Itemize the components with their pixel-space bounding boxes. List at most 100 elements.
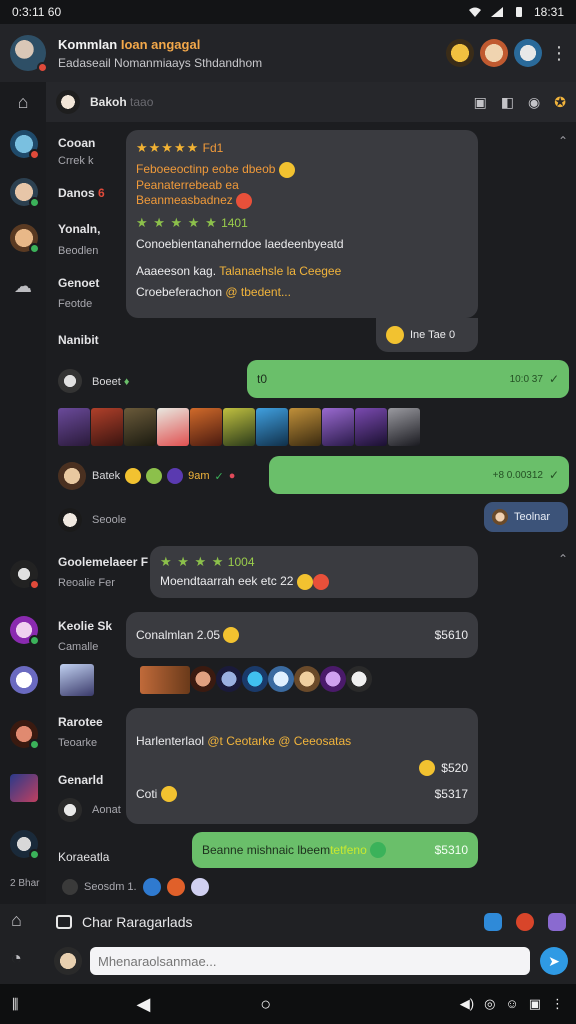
author-sub: Feotde bbox=[58, 298, 93, 310]
speaker-icon[interactable]: ◀) bbox=[460, 996, 474, 1012]
author-avatar[interactable] bbox=[58, 798, 82, 822]
author-sub: Aonat bbox=[92, 804, 121, 816]
author-name: Genoet bbox=[58, 276, 100, 290]
circle-avatar[interactable] bbox=[216, 666, 242, 692]
status-icons: 18:31 bbox=[468, 5, 564, 19]
online-badge bbox=[37, 62, 48, 73]
sidebar-avatar[interactable] bbox=[10, 178, 40, 208]
member-avatars bbox=[446, 39, 542, 67]
sidebar-avatar[interactable] bbox=[10, 666, 38, 694]
member-avatar[interactable] bbox=[480, 39, 508, 67]
media-thumb[interactable] bbox=[157, 408, 189, 446]
reaction-footer[interactable]: Ine Tae 0 bbox=[376, 318, 478, 352]
recents-icon[interactable]: ⫼ bbox=[12, 996, 18, 1013]
sidebar-avatar[interactable] bbox=[10, 224, 40, 254]
media-strip[interactable] bbox=[58, 408, 420, 446]
media-thumb[interactable] bbox=[124, 408, 156, 446]
circle-avatar[interactable] bbox=[346, 666, 372, 692]
rating-row: ★★★★★ Fd1 bbox=[136, 140, 224, 155]
smile-emoji-icon bbox=[386, 326, 404, 344]
header-titles: Kommlan Ioan angagal Eadaseail Nomanmiaa… bbox=[58, 37, 446, 70]
smile-emoji-icon bbox=[296, 574, 313, 590]
orange-emoji-icon bbox=[166, 878, 185, 896]
shield-icon[interactable]: ◉ bbox=[528, 94, 540, 111]
author-name: Nanibit bbox=[58, 333, 99, 347]
product-card[interactable]: Conalmlan 2.05 $5610 bbox=[126, 612, 478, 658]
sidebar-avatar[interactable] bbox=[10, 560, 40, 590]
home-icon[interactable]: ⌂ bbox=[11, 910, 22, 931]
media-thumb[interactable] bbox=[289, 408, 321, 446]
author-sub: Teoarke bbox=[58, 737, 98, 749]
media-thumb[interactable] bbox=[388, 408, 420, 446]
send-button[interactable]: ➤ bbox=[540, 947, 568, 975]
blue-emoji-icon bbox=[142, 878, 161, 896]
sent-bubble[interactable]: Beanne mishnaic lbeem tetfeno $5310 bbox=[192, 832, 478, 868]
composer-title: Char Raragarlads bbox=[82, 914, 193, 930]
circle-avatar[interactable] bbox=[294, 666, 320, 692]
circle-avatar[interactable] bbox=[190, 666, 216, 692]
media-thumb[interactable] bbox=[58, 408, 90, 446]
red-action-icon[interactable] bbox=[516, 913, 534, 931]
bookmark-icon[interactable]: ◧ bbox=[501, 94, 514, 111]
check-icon: ✓ bbox=[214, 470, 224, 483]
sidebar-avatar[interactable] bbox=[10, 720, 40, 750]
blue-action-icon[interactable] bbox=[484, 913, 502, 931]
message-input[interactable] bbox=[90, 947, 530, 975]
sent-bubble[interactable]: +8 0.00312 ✓ bbox=[269, 456, 569, 494]
back-icon[interactable]: ◀ bbox=[136, 994, 150, 1015]
member-avatar[interactable] bbox=[514, 39, 542, 67]
media-thumb[interactable] bbox=[223, 408, 255, 446]
collapse-icon[interactable]: ⌃ bbox=[558, 134, 568, 148]
media-thumb[interactable] bbox=[91, 408, 123, 446]
sidebar-avatar[interactable] bbox=[10, 830, 40, 860]
read-check-icon: ✓ bbox=[548, 372, 559, 386]
thread-avatar[interactable] bbox=[56, 90, 80, 114]
member-avatar[interactable] bbox=[446, 39, 474, 67]
sent-bubble[interactable]: t0 10:0 37 ✓ bbox=[247, 360, 569, 398]
nav-tray: ◀) ◎ ☺ ▣ ⋮ bbox=[460, 996, 564, 1012]
media-thumb[interactable] bbox=[190, 408, 222, 446]
author-avatar[interactable] bbox=[58, 369, 82, 393]
group-avatar[interactable] bbox=[10, 35, 48, 73]
avatar-strip[interactable] bbox=[140, 666, 372, 694]
collapse-icon[interactable]: ⌃ bbox=[558, 552, 568, 566]
author-avatar[interactable] bbox=[58, 508, 82, 532]
sidebar-avatar[interactable] bbox=[10, 130, 40, 160]
more-options-icon[interactable]: ⋮ bbox=[550, 43, 568, 64]
circle-avatar[interactable] bbox=[320, 666, 346, 692]
chat-feed[interactable]: ⌃ Cooan Crrek k Danos 6 Yonaln, Beodlen … bbox=[46, 122, 576, 904]
emoji-tray-icon[interactable]: ☺ bbox=[505, 996, 518, 1012]
left-sidebar: ⌂ ☁ 2 Bhar bbox=[0, 82, 46, 904]
shield-action-icon[interactable] bbox=[548, 913, 566, 931]
media-thumb[interactable] bbox=[60, 664, 94, 696]
media-thumb[interactable] bbox=[140, 666, 190, 694]
composer-actions bbox=[484, 913, 566, 931]
system-nav-bar: ⫼ ◀ ○ ◀) ◎ ☺ ▣ ⋮ bbox=[0, 984, 576, 1024]
circle-avatar[interactable] bbox=[268, 666, 294, 692]
cloud-icon[interactable]: ☁ bbox=[11, 274, 35, 298]
circle-avatar[interactable] bbox=[242, 666, 268, 692]
sent-bubble-small[interactable]: Teolnar bbox=[484, 502, 568, 532]
media-thumb[interactable] bbox=[355, 408, 387, 446]
star-icon[interactable]: ✪ bbox=[554, 94, 566, 111]
pin-icon[interactable]: ▣ bbox=[474, 94, 487, 111]
media-thumb[interactable] bbox=[256, 408, 288, 446]
sidebar-avatar[interactable] bbox=[10, 774, 38, 802]
author-name: Koraeatla bbox=[58, 850, 110, 864]
media-thumb[interactable] bbox=[322, 408, 354, 446]
home-icon[interactable]: ⌂ bbox=[11, 90, 35, 114]
author-avatar[interactable] bbox=[58, 462, 86, 490]
review-card[interactable]: ★ ★ ★ ★ 1004 Moendtaarrah eek etc 22 bbox=[150, 546, 478, 598]
status-time: 0:3:11 60 bbox=[12, 5, 62, 19]
home-nav-icon[interactable]: ○ bbox=[260, 994, 271, 1015]
review-card[interactable]: ★★★★★ Fd1 Feboeeoctinp eobe dbeob Peanat… bbox=[126, 130, 478, 318]
screen-icon[interactable]: ▣ bbox=[529, 996, 541, 1012]
camera-icon[interactable] bbox=[56, 915, 72, 929]
menu-dots-icon[interactable]: ⋮ bbox=[551, 996, 564, 1012]
sidebar-avatar[interactable] bbox=[10, 616, 40, 646]
clock-icon[interactable]: ◔ bbox=[11, 948, 22, 969]
my-avatar[interactable] bbox=[54, 947, 82, 975]
avatar-emoji-icon bbox=[190, 878, 209, 896]
order-card[interactable]: Harlenterlaol @t Ceotarke @ Ceeosatas $5… bbox=[126, 708, 478, 824]
record-icon[interactable]: ◎ bbox=[484, 996, 495, 1012]
